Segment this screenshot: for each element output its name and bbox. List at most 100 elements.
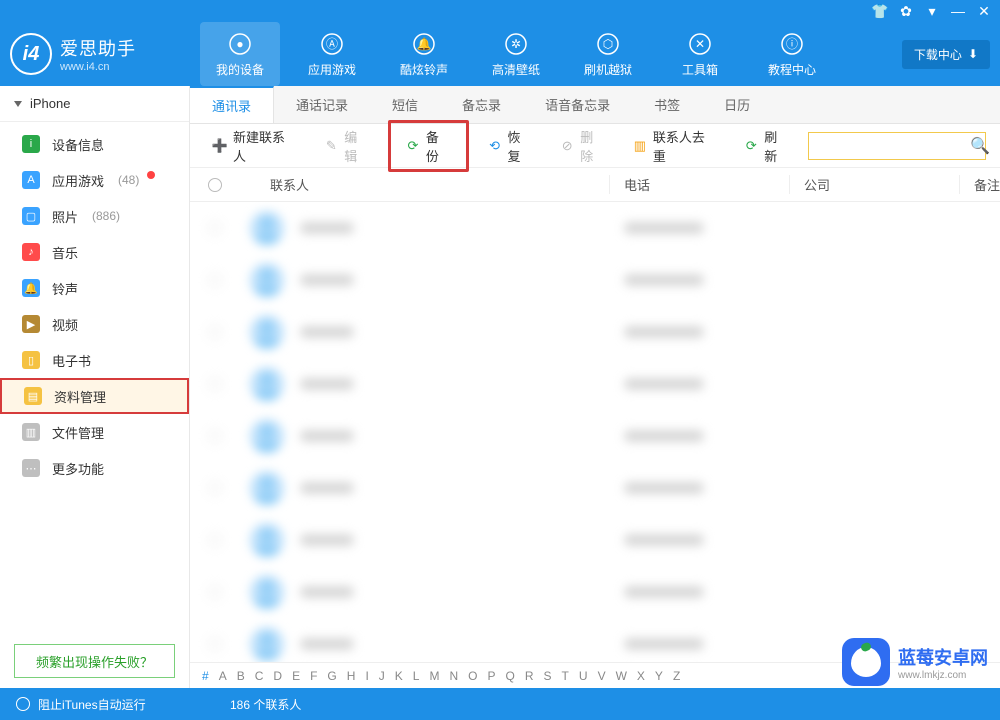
- restore-button[interactable]: ⟲ 恢复: [479, 123, 542, 169]
- download-center-button[interactable]: 下载中心 ⬇: [902, 40, 990, 69]
- sidebar-item-info[interactable]: i设备信息: [0, 126, 189, 162]
- alpha-M[interactable]: M: [429, 669, 439, 683]
- alpha-G[interactable]: G: [327, 669, 336, 683]
- alpha-A[interactable]: A: [219, 669, 227, 683]
- tab-语音备忘录[interactable]: 语音备忘录: [523, 86, 632, 123]
- row-checkbox[interactable]: [190, 585, 240, 599]
- alpha-N[interactable]: N: [449, 669, 458, 683]
- alpha-P[interactable]: P: [488, 669, 496, 683]
- alpha-X[interactable]: X: [637, 669, 645, 683]
- alpha-C[interactable]: C: [255, 669, 264, 683]
- table-row[interactable]: [190, 462, 1000, 514]
- row-checkbox[interactable]: [190, 481, 240, 495]
- table-row[interactable]: [190, 566, 1000, 618]
- alpha-T[interactable]: T: [562, 669, 569, 683]
- alpha-F[interactable]: F: [310, 669, 317, 683]
- tab-书签[interactable]: 书签: [632, 86, 702, 123]
- alpha-S[interactable]: S: [544, 669, 552, 683]
- delete-button[interactable]: ⊘ 删除: [551, 123, 614, 169]
- sidebar-item-more[interactable]: ⋯更多功能: [0, 450, 189, 486]
- sidebar-item-datamgmt[interactable]: ▤资料管理: [0, 378, 189, 414]
- wallpaper-icon: ✲: [503, 31, 529, 57]
- shirt-icon[interactable]: 👕: [870, 1, 890, 21]
- alpha-V[interactable]: V: [598, 669, 606, 683]
- row-checkbox[interactable]: [190, 533, 240, 547]
- row-checkbox[interactable]: [190, 637, 240, 651]
- search-box[interactable]: 🔍: [808, 132, 986, 160]
- help-link[interactable]: 频繁出现操作失败？: [14, 644, 175, 678]
- col-phone[interactable]: 电话: [610, 175, 790, 194]
- row-checkbox[interactable]: [190, 325, 240, 339]
- nav-device[interactable]: ●我的设备: [200, 22, 280, 86]
- nav-tools[interactable]: ✕工具箱: [660, 22, 740, 86]
- row-checkbox[interactable]: [190, 273, 240, 287]
- nav-tutorial[interactable]: ⓘ教程中心: [752, 22, 832, 86]
- alpha-Y[interactable]: Y: [655, 669, 663, 683]
- select-all-checkbox[interactable]: [190, 178, 240, 192]
- table-row[interactable]: [190, 514, 1000, 566]
- sidebar-item-ebook[interactable]: ▯电子书: [0, 342, 189, 378]
- more-icon: ⋯: [22, 459, 40, 477]
- alpha-R[interactable]: R: [525, 669, 534, 683]
- col-name[interactable]: 联系人: [240, 175, 610, 194]
- dedupe-button[interactable]: ▥ 联系人去重: [624, 123, 725, 169]
- svg-text:✕: ✕: [695, 37, 705, 51]
- alpha-E[interactable]: E: [292, 669, 300, 683]
- refresh-button[interactable]: ⟳ 刷新: [735, 123, 798, 169]
- table-row[interactable]: [190, 306, 1000, 358]
- alpha-K[interactable]: K: [395, 669, 403, 683]
- sidebar-item-appgames[interactable]: A应用游戏(48): [0, 162, 189, 198]
- block-itunes-toggle[interactable]: 阻止iTunes自动运行: [0, 696, 190, 713]
- alpha-D[interactable]: D: [273, 669, 282, 683]
- tab-备忘录[interactable]: 备忘录: [440, 86, 523, 123]
- search-icon[interactable]: 🔍: [970, 136, 990, 156]
- row-checkbox[interactable]: [190, 377, 240, 391]
- col-company[interactable]: 公司: [790, 175, 960, 194]
- sidebar-item-ringtone[interactable]: 🔔铃声: [0, 270, 189, 306]
- table-row[interactable]: [190, 254, 1000, 306]
- alpha-B[interactable]: B: [237, 669, 245, 683]
- table-row[interactable]: [190, 202, 1000, 254]
- ringtone-icon: 🔔: [22, 279, 40, 297]
- minimize-icon[interactable]: —: [948, 1, 968, 21]
- table-row[interactable]: [190, 410, 1000, 462]
- contact-rows: [190, 202, 1000, 662]
- edit-button[interactable]: ✎ 编辑: [315, 123, 378, 169]
- tab-通讯录[interactable]: 通讯录: [190, 86, 274, 123]
- alpha-#[interactable]: #: [202, 669, 209, 683]
- sidebar-item-filemgmt[interactable]: ▥文件管理: [0, 414, 189, 450]
- logo-badge-icon: i4: [10, 33, 52, 75]
- backup-button[interactable]: ⟳ 备份: [388, 120, 469, 172]
- alpha-L[interactable]: L: [413, 669, 420, 683]
- sidebar-item-photos[interactable]: ▢照片(886): [0, 198, 189, 234]
- tab-日历[interactable]: 日历: [702, 86, 772, 123]
- sidebar-item-label: 设备信息: [52, 135, 104, 154]
- tab-通话记录[interactable]: 通话记录: [274, 86, 370, 123]
- tab-短信[interactable]: 短信: [370, 86, 440, 123]
- sidebar-item-video[interactable]: ▶视频: [0, 306, 189, 342]
- nav-apps[interactable]: Ⓐ应用游戏: [292, 22, 372, 86]
- alpha-I[interactable]: I: [365, 669, 368, 683]
- col-note[interactable]: 备注: [960, 175, 1000, 194]
- close-icon[interactable]: ✕: [974, 1, 994, 21]
- alpha-O[interactable]: O: [468, 669, 477, 683]
- avatar-icon: [250, 367, 284, 401]
- alpha-W[interactable]: W: [616, 669, 627, 683]
- nav-rings[interactable]: 🔔酷炫铃声: [384, 22, 464, 86]
- dropdown-icon[interactable]: ▾: [922, 1, 942, 21]
- alpha-U[interactable]: U: [579, 669, 588, 683]
- alpha-Z[interactable]: Z: [673, 669, 680, 683]
- row-checkbox[interactable]: [190, 429, 240, 443]
- nav-flash[interactable]: ⬡刷机越狱: [568, 22, 648, 86]
- row-checkbox[interactable]: [190, 221, 240, 235]
- table-row[interactable]: [190, 358, 1000, 410]
- new-contact-button[interactable]: ➕ 新建联系人: [204, 123, 305, 169]
- device-selector[interactable]: iPhone: [0, 86, 189, 122]
- search-input[interactable]: [815, 139, 970, 153]
- sidebar-item-music[interactable]: ♪音乐: [0, 234, 189, 270]
- alpha-H[interactable]: H: [347, 669, 356, 683]
- alpha-J[interactable]: J: [379, 669, 385, 683]
- alpha-Q[interactable]: Q: [506, 669, 515, 683]
- nav-wallpaper[interactable]: ✲高清壁纸: [476, 22, 556, 86]
- gear-icon[interactable]: ✿: [896, 1, 916, 21]
